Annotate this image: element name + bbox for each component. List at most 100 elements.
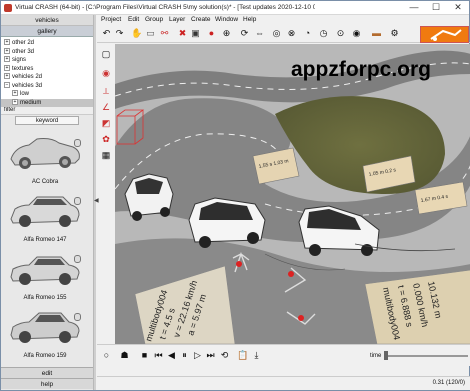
vehicle-gallery: AC Cobra Alfa Romeo 147 Alfa Romeo 155 A… bbox=[1, 129, 93, 361]
car-thumbnail-icon bbox=[10, 312, 80, 343]
db-icon bbox=[74, 139, 81, 147]
pivot-icon[interactable]: ◎ bbox=[271, 28, 282, 39]
menu-group[interactable]: Group bbox=[145, 16, 163, 23]
play-icon[interactable]: ▷ bbox=[192, 350, 203, 361]
car-label: Alfa Romeo 147 bbox=[23, 237, 67, 243]
maximize-button[interactable]: ☐ bbox=[425, 1, 447, 14]
tree-item-vehicles-2d[interactable]: + vehicles 2d bbox=[1, 73, 93, 82]
gauge-icon[interactable]: ◔ bbox=[302, 28, 313, 39]
tree-item-low[interactable]: + low bbox=[1, 90, 93, 99]
link-icon[interactable]: ⚯ bbox=[159, 28, 170, 39]
gallery-item-alfa-romeo-147[interactable]: Alfa Romeo 147 bbox=[1, 187, 93, 245]
tree-item-other-2d[interactable]: + other 2d bbox=[1, 39, 93, 48]
redo-icon[interactable]: ↷ bbox=[114, 28, 125, 39]
select-icon[interactable]: ✋ bbox=[131, 28, 142, 39]
tree-item-other-3d[interactable]: + other 3d bbox=[1, 47, 93, 57]
object-icon[interactable]: ● bbox=[206, 28, 217, 39]
expand-icon[interactable]: + bbox=[12, 98, 18, 105]
keyword-button[interactable]: keyword bbox=[15, 116, 79, 125]
gallery-tab[interactable]: gallery bbox=[1, 26, 93, 37]
menu-create[interactable]: Create bbox=[191, 16, 211, 23]
expand-icon[interactable]: + bbox=[4, 73, 10, 80]
menu-project[interactable]: Project bbox=[101, 16, 121, 23]
minimize-button[interactable]: — bbox=[403, 1, 425, 14]
expand-icon[interactable]: + bbox=[12, 90, 18, 97]
delete-icon[interactable]: ✖ bbox=[177, 28, 188, 39]
vehicle-2 bbox=[188, 197, 266, 248]
settings-icon[interactable]: ⚙ bbox=[389, 28, 400, 39]
menu-bar: Project Edit Group Layer Create Window H… bbox=[97, 15, 470, 26]
tree-item-label: low bbox=[20, 91, 30, 97]
tree-item-signs[interactable]: + signs bbox=[1, 56, 93, 65]
time-label: time bbox=[370, 353, 382, 359]
plane-icon[interactable]: ◩ bbox=[97, 115, 115, 131]
collapse-panel-icon[interactable]: ◀ bbox=[94, 197, 99, 204]
edit-button[interactable]: edit bbox=[1, 367, 93, 378]
rewind-icon[interactable]: ◀ bbox=[166, 350, 177, 361]
record-icon[interactable]: ◉ bbox=[97, 65, 115, 81]
stop-icon[interactable]: ■ bbox=[139, 350, 150, 361]
gallery-item-alfa-romeo-155[interactable]: Alfa Romeo 155 bbox=[1, 245, 93, 303]
3d-viewport[interactable]: 1.05 m 0.2 s 1.67 m 0.4 s 1.55 s 1.03 m bbox=[115, 44, 470, 344]
simulation-icon[interactable]: ✿ bbox=[97, 131, 115, 147]
gallery-item-ac-cobra[interactable]: AC Cobra bbox=[1, 129, 93, 187]
step-back-icon[interactable]: ⏮ bbox=[153, 350, 164, 361]
time-slider[interactable] bbox=[384, 355, 468, 357]
menu-help[interactable]: Help bbox=[243, 16, 256, 23]
expand-icon[interactable]: + bbox=[4, 64, 10, 71]
tree-item-label: other 3d bbox=[12, 48, 35, 55]
tree-item-label: vehicles 3d bbox=[12, 82, 43, 89]
car-thumbnail-icon bbox=[10, 138, 80, 169]
measure-tape-icon[interactable]: ▬ bbox=[371, 28, 382, 39]
time-slider-handle[interactable] bbox=[384, 351, 388, 360]
help-button[interactable]: help bbox=[1, 378, 93, 389]
clipboard-icon[interactable]: 📋 bbox=[237, 350, 248, 361]
loop-icon[interactable]: ⟲ bbox=[219, 350, 230, 361]
car-label: Alfa Romeo 155 bbox=[23, 295, 67, 301]
step-forward-icon[interactable]: ⏭ bbox=[205, 350, 216, 361]
pause-icon[interactable]: ⏸ bbox=[179, 350, 190, 361]
axis-icon[interactable]: ⟂ bbox=[97, 83, 115, 99]
tree-item-textures[interactable]: + textures bbox=[1, 64, 93, 74]
grid-icon[interactable]: ▦ bbox=[97, 147, 115, 163]
menu-layer[interactable]: Layer bbox=[169, 16, 185, 23]
tree-item-label: textures bbox=[12, 65, 34, 72]
rect-select-icon[interactable]: ▭ bbox=[145, 28, 156, 39]
export-icon[interactable]: ⤓ bbox=[251, 350, 262, 361]
tree-item-medium[interactable]: + medium bbox=[1, 98, 93, 107]
title-bar: Virtual CRASH (64-bit) - [C:\Program Fil… bbox=[1, 1, 469, 15]
view-cube-icon[interactable]: ▢ bbox=[97, 46, 115, 62]
virtual-crash-logo bbox=[420, 26, 469, 43]
rotate-icon[interactable]: ⟳ bbox=[239, 28, 250, 39]
camera-icon[interactable]: ◉ bbox=[351, 28, 362, 39]
car-label: Alfa Romeo 159 bbox=[23, 353, 67, 359]
tree-item-label: signs bbox=[12, 57, 27, 63]
scale-icon[interactable]: ⇔ bbox=[254, 28, 265, 39]
record-circle-icon[interactable]: ○ bbox=[101, 350, 112, 361]
expand-icon[interactable]: + bbox=[4, 39, 10, 46]
main-toolbar: ↶ ↷ ✋ ▭ ⚯ ✖ ▣ ● ⊕ ⟳ ⇔ ◎ ⊗ ◔ ◷ ⊙ ◉ ▬ ⚙ bbox=[97, 26, 470, 43]
gallery-item-alfa-romeo-159[interactable]: Alfa Romeo 159 bbox=[1, 303, 93, 361]
collapse-icon[interactable]: − bbox=[4, 81, 10, 88]
expand-icon[interactable]: + bbox=[4, 56, 10, 63]
target-icon[interactable]: ⊙ bbox=[335, 28, 346, 39]
db-icon bbox=[74, 197, 81, 205]
undo-icon[interactable]: ↶ bbox=[101, 28, 112, 39]
duplicate-icon[interactable]: ▣ bbox=[190, 28, 201, 39]
car-thumbnail-icon bbox=[10, 256, 80, 285]
body-icon[interactable]: ☗ bbox=[119, 350, 130, 361]
watermark: appzforpc.org bbox=[291, 58, 431, 81]
close-button[interactable]: ✕ bbox=[447, 1, 469, 14]
menu-window[interactable]: Window bbox=[215, 16, 238, 23]
db-icon bbox=[74, 313, 81, 321]
tree-item-label: medium bbox=[20, 99, 42, 106]
angle-icon[interactable]: ∠ bbox=[97, 99, 115, 115]
tree-item-vehicles-3d[interactable]: − vehicles 3d bbox=[1, 81, 93, 91]
align-icon[interactable]: ⊗ bbox=[286, 28, 297, 39]
menu-edit[interactable]: Edit bbox=[128, 16, 139, 23]
db-icon bbox=[74, 255, 81, 263]
clock-icon[interactable]: ◷ bbox=[318, 28, 329, 39]
move-icon[interactable]: ⊕ bbox=[221, 28, 232, 39]
car-thumbnail-icon bbox=[10, 196, 80, 227]
expand-icon[interactable]: + bbox=[4, 47, 10, 54]
